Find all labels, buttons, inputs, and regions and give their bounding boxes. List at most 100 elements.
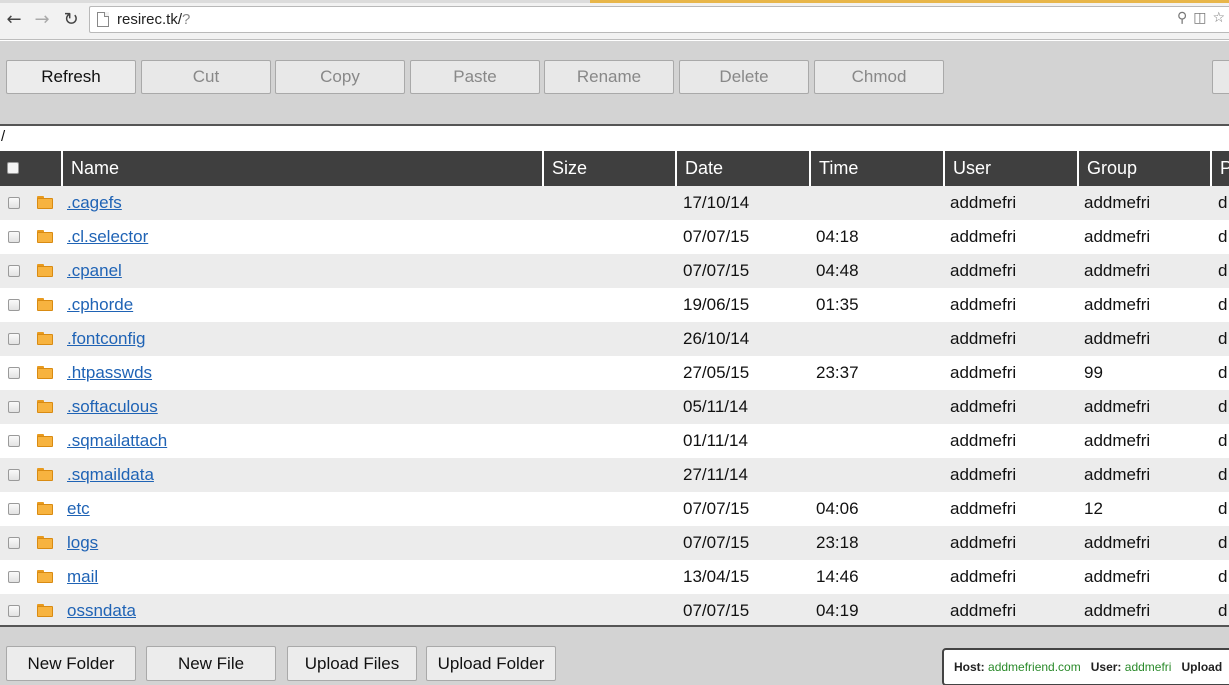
row-checkbox[interactable]	[8, 435, 20, 447]
row-checkbox[interactable]	[8, 299, 20, 311]
row-checkbox[interactable]	[8, 265, 20, 277]
cell-date: 07/07/15	[683, 601, 750, 620]
rename-button[interactable]: Rename	[544, 60, 674, 94]
row-checkbox[interactable]	[8, 605, 20, 617]
delete-button[interactable]: Delete	[679, 60, 809, 94]
cell-perms: d	[1218, 261, 1228, 280]
new-folder-button[interactable]: New Folder	[6, 646, 136, 681]
folder-icon	[37, 434, 53, 447]
session-status: Host: addmefriend.com User: addmefri Upl…	[942, 648, 1229, 685]
file-name-link[interactable]: .sqmaildata	[67, 458, 154, 492]
row-checkbox[interactable]	[8, 197, 20, 209]
row-checkbox[interactable]	[8, 571, 20, 583]
refresh-button[interactable]: Refresh	[6, 60, 136, 94]
cell-group: addmefri	[1084, 295, 1151, 314]
file-name-link[interactable]: .sqmailattach	[67, 424, 167, 458]
copy-button[interactable]: Copy	[275, 60, 405, 94]
reload-icon[interactable]: ↻	[60, 8, 82, 30]
cell-date: 19/06/15	[683, 295, 750, 314]
file-name-link[interactable]: .softaculous	[67, 390, 158, 424]
current-path: /	[0, 127, 1229, 151]
table-row[interactable]: mail 13/04/15 14:46 addmefri addmefri d	[0, 560, 1229, 594]
cell-time: 04:19	[816, 601, 859, 620]
cell-date: 27/05/15	[683, 363, 750, 382]
cell-perms: d	[1218, 295, 1228, 314]
table-row[interactable]: .sqmailattach 01/11/14 addmefri addmefri d	[0, 424, 1229, 458]
column-header-time[interactable]: Time	[809, 151, 943, 186]
file-toolbar: Refresh Cut Copy Paste Rename Delete Chm…	[0, 41, 1229, 126]
forward-arrow-icon[interactable]: →	[31, 8, 53, 30]
table-row[interactable]: .cagefs 17/10/14 addmefri addmefri d	[0, 186, 1229, 220]
cell-date: 17/10/14	[683, 193, 750, 212]
cut-button[interactable]: Cut	[141, 60, 271, 94]
file-name-link[interactable]: .htpasswds	[67, 356, 152, 390]
file-name-link[interactable]: logs	[67, 526, 98, 560]
table-row[interactable]: .htpasswds 27/05/15 23:37 addmefri 99 d	[0, 356, 1229, 390]
cell-perms: d	[1218, 601, 1228, 620]
paste-button[interactable]: Paste	[410, 60, 540, 94]
cell-perms: d	[1218, 431, 1228, 450]
new-file-button[interactable]: New File	[146, 646, 276, 681]
row-checkbox[interactable]	[8, 367, 20, 379]
row-checkbox[interactable]	[8, 469, 20, 481]
chmod-button[interactable]: Chmod	[814, 60, 944, 94]
cell-user: addmefri	[950, 431, 1017, 450]
table-row[interactable]: .cphorde 19/06/15 01:35 addmefri addmefri d	[0, 288, 1229, 322]
cell-group: addmefri	[1084, 567, 1151, 586]
table-row[interactable]: ossndata 07/07/15 04:19 addmefri addmefri d	[0, 594, 1229, 625]
table-row[interactable]: .fontconfig 26/10/14 addmefri addmefri d	[0, 322, 1229, 356]
cell-group: addmefri	[1084, 601, 1151, 620]
cell-date: 07/07/15	[683, 533, 750, 552]
folder-icon	[37, 468, 53, 481]
cell-user: addmefri	[950, 261, 1017, 280]
file-name-link[interactable]: .cpanel	[67, 254, 122, 288]
select-all-checkbox[interactable]	[7, 162, 19, 174]
key-icon[interactable]: ⚲	[1177, 10, 1187, 26]
cell-group: addmefri	[1084, 193, 1151, 212]
folder-icon	[37, 332, 53, 345]
column-header-user[interactable]: User	[943, 151, 1077, 186]
cell-time: 04:18	[816, 227, 859, 246]
cell-time: 01:35	[816, 295, 859, 314]
file-name-link[interactable]: .cl.selector	[67, 220, 148, 254]
file-name-link[interactable]: mail	[67, 560, 98, 594]
file-name-link[interactable]: ossndata	[67, 594, 136, 625]
toolbar-overflow-button[interactable]	[1212, 60, 1229, 94]
star-bookmark-icon[interactable]: ☆	[1212, 10, 1225, 26]
cell-perms: d	[1218, 499, 1228, 518]
column-header-size[interactable]: Size	[542, 151, 675, 186]
column-header-date[interactable]: Date	[675, 151, 809, 186]
cell-time: 04:06	[816, 499, 859, 518]
row-checkbox[interactable]	[8, 503, 20, 515]
upload-files-button[interactable]: Upload Files	[287, 646, 417, 681]
upload-label: Upload	[1181, 660, 1223, 674]
table-row[interactable]: .softaculous 05/11/14 addmefri addmefri d	[0, 390, 1229, 424]
table-row[interactable]: .cl.selector 07/07/15 04:18 addmefri addmefr…	[0, 220, 1229, 254]
address-bar[interactable]: resirec.tk/? ⚲ ◫ ☆	[89, 6, 1229, 33]
column-header-group[interactable]: Group	[1077, 151, 1210, 186]
file-name-link[interactable]: etc	[67, 492, 90, 526]
table-row[interactable]: .sqmaildata 27/11/14 addmefri addmefri d	[0, 458, 1229, 492]
address-url[interactable]: resirec.tk/?	[117, 11, 190, 28]
cell-date: 27/11/14	[683, 465, 748, 484]
table-row[interactable]: logs 07/07/15 23:18 addmefri addmefri d	[0, 526, 1229, 560]
folder-icon	[37, 604, 53, 617]
translate-icon[interactable]: ◫	[1193, 10, 1206, 26]
cell-user: addmefri	[950, 295, 1017, 314]
row-checkbox[interactable]	[8, 333, 20, 345]
folder-icon	[37, 196, 53, 209]
cell-user: addmefri	[950, 227, 1017, 246]
row-checkbox[interactable]	[8, 231, 20, 243]
file-name-link[interactable]: .cphorde	[67, 288, 133, 322]
back-arrow-icon[interactable]: ←	[3, 8, 25, 30]
row-checkbox[interactable]	[8, 537, 20, 549]
table-row[interactable]: etc 07/07/15 04:06 addmefri 12 d	[0, 492, 1229, 526]
table-row[interactable]: .cpanel 07/07/15 04:48 addmefri addmefri d	[0, 254, 1229, 288]
file-name-link[interactable]: .fontconfig	[67, 322, 145, 356]
row-checkbox[interactable]	[8, 401, 20, 413]
column-header-perms[interactable]: P	[1210, 151, 1229, 186]
file-name-link[interactable]: .cagefs	[67, 186, 122, 220]
upload-folder-button[interactable]: Upload Folder	[426, 646, 556, 681]
column-header-name[interactable]: Name	[61, 151, 542, 186]
active-tab-highlight	[590, 0, 1229, 3]
